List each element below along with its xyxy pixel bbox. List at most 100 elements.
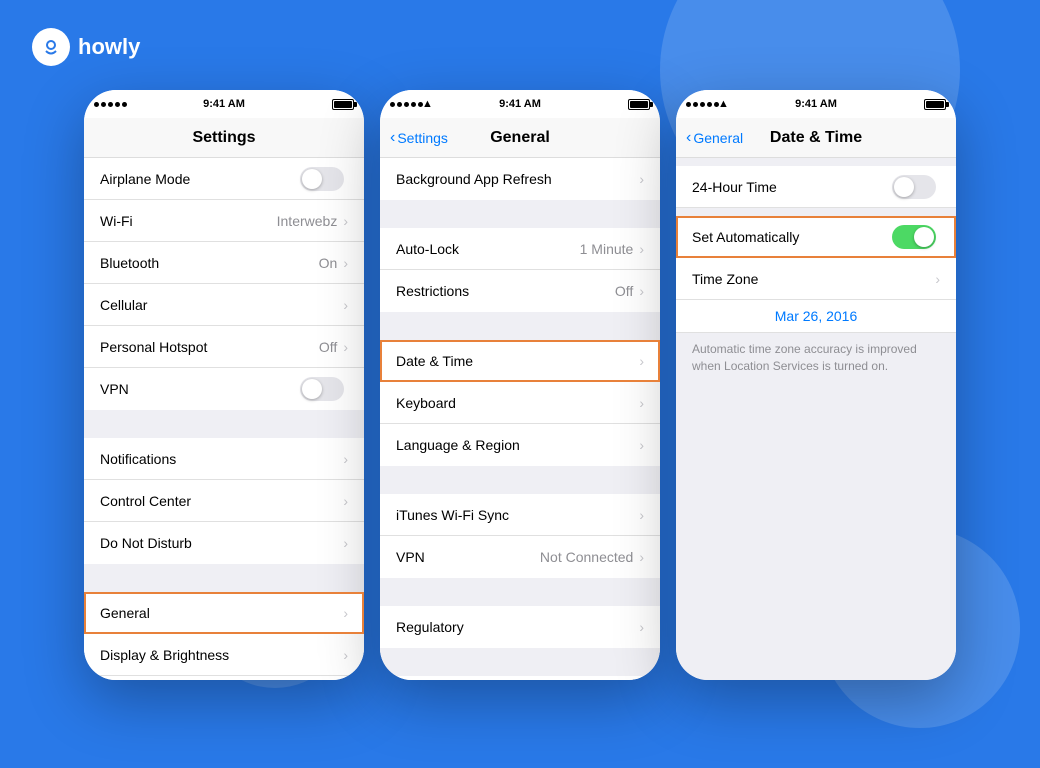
section-2-phone1: Notifications › Control Center › Do Not …: [84, 438, 364, 564]
cellular-chevron: ›: [343, 297, 348, 313]
settings-item-hotspot[interactable]: Personal Hotspot Off ›: [84, 326, 364, 368]
settings-item-notifications[interactable]: Notifications ›: [84, 438, 364, 480]
settings-item-restrictions[interactable]: Restrictions Off ›: [380, 270, 660, 312]
wifi-icon-2: ▲: [422, 98, 433, 110]
status-bar-1: 9:41 AM: [84, 90, 364, 118]
settings-item-general[interactable]: General ›: [84, 592, 364, 634]
phone-settings: 9:41 AM Settings Airplane Mode Wi-Fi: [84, 90, 364, 680]
signal-dot: [115, 102, 120, 107]
airplane-mode-label: Airplane Mode: [100, 171, 300, 187]
settings-item-itunes-sync[interactable]: iTunes Wi-Fi Sync ›: [380, 494, 660, 536]
settings-item-reset[interactable]: Reset ›: [380, 676, 660, 680]
display-chevron: ›: [343, 647, 348, 663]
section-1-phone2: Background App Refresh ›: [380, 158, 660, 200]
do-not-disturb-chevron: ›: [343, 535, 348, 551]
howly-header: howly: [32, 28, 140, 66]
vpn2-chevron: ›: [639, 549, 644, 565]
settings-item-cellular[interactable]: Cellular ›: [84, 284, 364, 326]
settings-item-language[interactable]: Language & Region ›: [380, 424, 660, 466]
settings-item-keyboard[interactable]: Keyboard ›: [380, 382, 660, 424]
nav-header-3: ‹ General Date & Time: [676, 118, 956, 158]
phones-container: 9:41 AM Settings Airplane Mode Wi-Fi: [76, 90, 964, 680]
section-6-phone2: Reset ›: [380, 676, 660, 680]
signal-3: [686, 102, 719, 107]
section-gap-p2-4: [380, 578, 660, 606]
wifi-chevron: ›: [343, 213, 348, 229]
dt-gap-1: [676, 208, 956, 216]
howly-brand-name: howly: [78, 34, 140, 60]
section-5-phone2: Regulatory ›: [380, 606, 660, 648]
signal-dot: [108, 102, 113, 107]
vpn2-label: VPN: [396, 549, 540, 565]
autolock-chevron: ›: [639, 241, 644, 257]
status-bar-3: ▲ 9:41 AM: [676, 90, 956, 118]
wifi-label: Wi-Fi: [100, 213, 277, 229]
settings-item-autolock[interactable]: Auto-Lock 1 Minute ›: [380, 228, 660, 270]
settings-item-bg-refresh[interactable]: Background App Refresh ›: [380, 158, 660, 200]
settings-item-airplane[interactable]: Airplane Mode: [84, 158, 364, 200]
settings-item-regulatory[interactable]: Regulatory ›: [380, 606, 660, 648]
do-not-disturb-label: Do Not Disturb: [100, 535, 343, 551]
phone-general: ▲ 9:41 AM ‹ Settings General Background …: [380, 90, 660, 680]
settings-item-control-center[interactable]: Control Center ›: [84, 480, 364, 522]
status-time-2: 9:41 AM: [499, 98, 541, 110]
battery-3: [924, 99, 946, 110]
battery-1: [332, 99, 354, 110]
general-label: General: [100, 605, 343, 621]
airplane-toggle[interactable]: [300, 167, 344, 191]
restrictions-value: Off: [615, 283, 633, 299]
vpn-label: VPN: [100, 381, 300, 397]
dt-settings-list: 24-Hour Time Set Automatically Time Zone…: [676, 158, 956, 680]
section-3-phone2: Date & Time › Keyboard › Language & Regi…: [380, 340, 660, 466]
keyboard-label: Keyboard: [396, 395, 639, 411]
24hour-toggle[interactable]: [892, 175, 936, 199]
control-center-label: Control Center: [100, 493, 343, 509]
datetime-label: Date & Time: [396, 353, 639, 369]
settings-item-datetime[interactable]: Date & Time ›: [380, 340, 660, 382]
back-chevron-3: ‹: [686, 129, 691, 147]
back-label-2: Settings: [397, 130, 448, 146]
settings-item-wallpaper[interactable]: Wallpaper ›: [84, 676, 364, 680]
back-chevron-2: ‹: [390, 129, 395, 147]
nav-back-2[interactable]: ‹ Settings: [390, 129, 448, 147]
dt-item-24hour[interactable]: 24-Hour Time: [676, 166, 956, 208]
cellular-label: Cellular: [100, 297, 343, 313]
settings-item-vpn[interactable]: VPN: [84, 368, 364, 410]
autolock-value: 1 Minute: [580, 241, 634, 257]
nav-header-1: Settings: [84, 118, 364, 158]
dt-item-timezone[interactable]: Time Zone ›: [676, 258, 956, 300]
section-gap-p2-5: [380, 648, 660, 676]
dt-date-display: Mar 26, 2016: [676, 300, 956, 333]
hotspot-value: Off: [319, 339, 337, 355]
vpn2-value: Not Connected: [540, 549, 633, 565]
datetime-chevron: ›: [639, 353, 644, 369]
settings-item-do-not-disturb[interactable]: Do Not Disturb ›: [84, 522, 364, 564]
settings-item-bluetooth[interactable]: Bluetooth On ›: [84, 242, 364, 284]
hotspot-label: Personal Hotspot: [100, 339, 319, 355]
regulatory-chevron: ›: [639, 619, 644, 635]
settings-item-vpn2[interactable]: VPN Not Connected ›: [380, 536, 660, 578]
set-auto-toggle[interactable]: [892, 225, 936, 249]
nav-title-1: Settings: [192, 129, 255, 147]
bluetooth-label: Bluetooth: [100, 255, 319, 271]
settings-item-display[interactable]: Display & Brightness ›: [84, 634, 364, 676]
back-label-3: General: [693, 130, 743, 146]
battery-2: [628, 99, 650, 110]
nav-back-3[interactable]: ‹ General: [686, 129, 743, 147]
settings-item-wifi[interactable]: Wi-Fi Interwebz ›: [84, 200, 364, 242]
settings-list-1: Airplane Mode Wi-Fi Interwebz › Bluetoot…: [84, 158, 364, 680]
restrictions-chevron: ›: [639, 283, 644, 299]
bg-refresh-chevron: ›: [639, 171, 644, 187]
dt-gap-top: [676, 158, 956, 166]
section-2-phone2: Auto-Lock 1 Minute › Restrictions Off ›: [380, 228, 660, 312]
dt-item-set-auto[interactable]: Set Automatically: [676, 216, 956, 258]
section-gap-p2-2: [380, 312, 660, 340]
battery-fill-1: [334, 101, 352, 108]
autolock-label: Auto-Lock: [396, 241, 580, 257]
vpn-toggle[interactable]: [300, 377, 344, 401]
section-gap-p2-1: [380, 200, 660, 228]
itunes-sync-label: iTunes Wi-Fi Sync: [396, 507, 639, 523]
battery-tip-1: [354, 102, 357, 107]
timezone-label: Time Zone: [692, 271, 935, 287]
status-time-3: 9:41 AM: [795, 98, 837, 110]
